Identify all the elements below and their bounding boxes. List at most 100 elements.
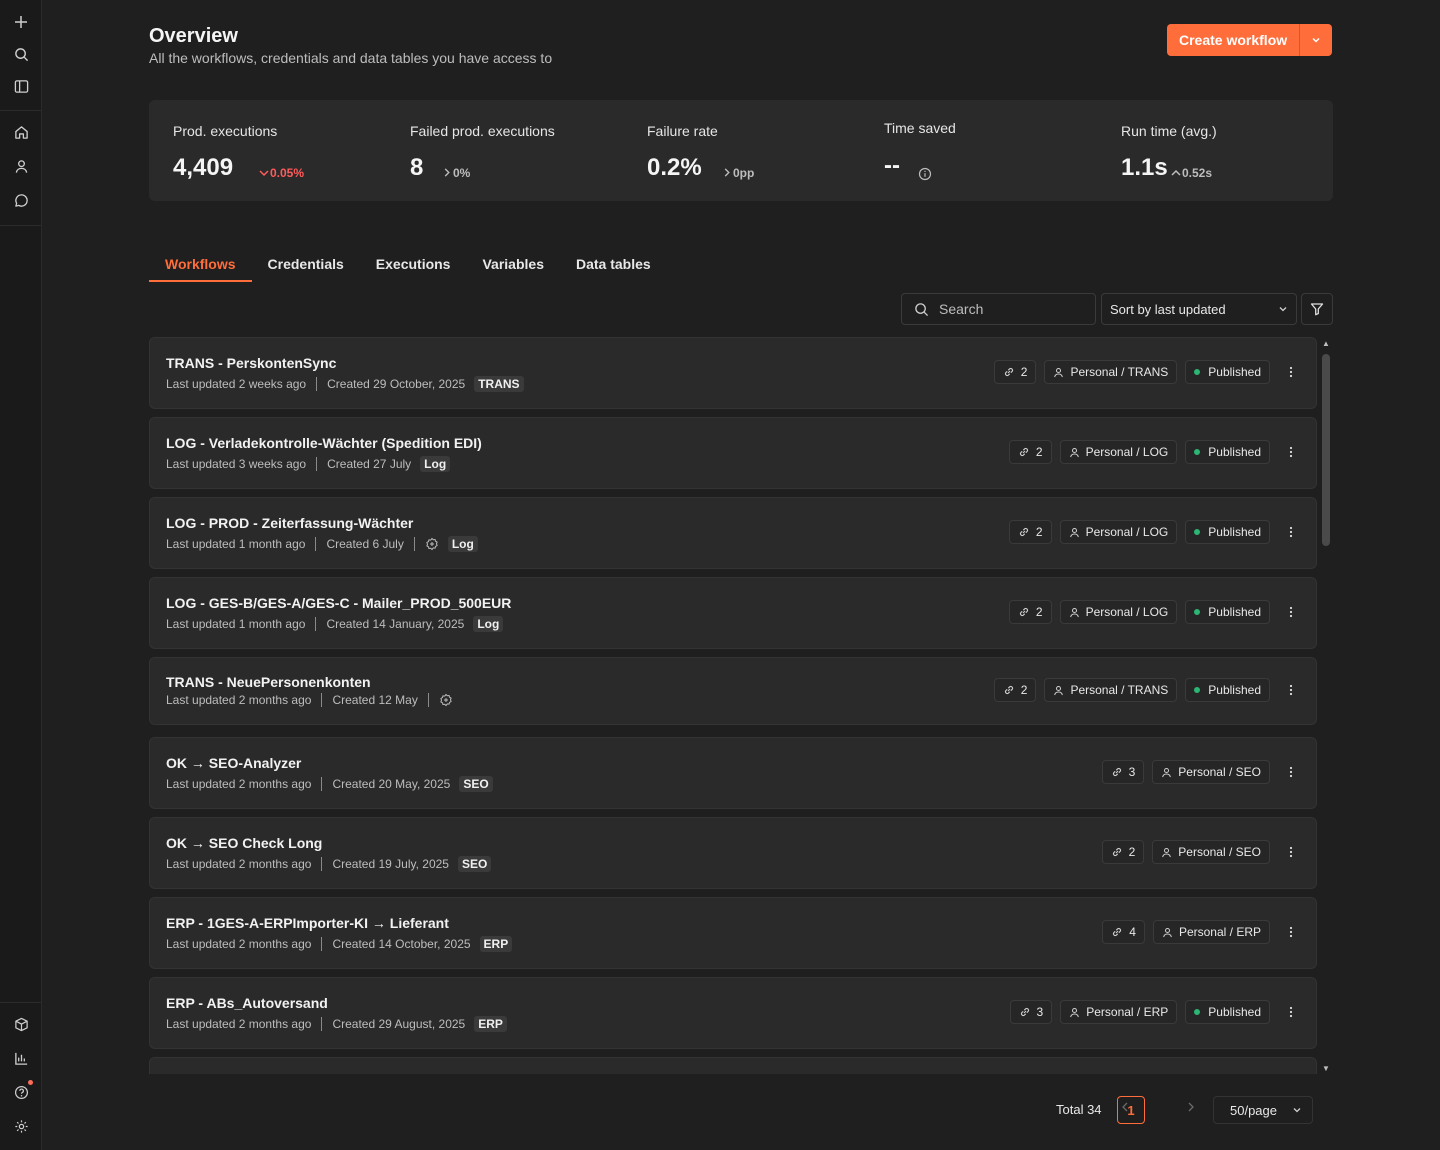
stat-failure-rate[interactable]: Failure rate 0.2% 0pp <box>623 100 860 201</box>
scroll-up-arrow-icon[interactable]: ▲ <box>1321 339 1331 348</box>
stat-failed-executions[interactable]: Failed prod. executions 8 0% <box>386 100 623 201</box>
stat-prod-executions[interactable]: Prod. executions 4,409 0.05% <box>149 100 386 201</box>
search-input[interactable] <box>939 301 1079 317</box>
workflow-row[interactable] <box>149 1057 1317 1074</box>
filter-button[interactable] <box>1301 293 1333 325</box>
credentials-count-chip[interactable]: 2 <box>1008 440 1052 464</box>
tab-workflows[interactable]: Workflows <box>149 250 252 282</box>
add-icon[interactable] <box>11 12 31 32</box>
workflow-tag[interactable]: ERP <box>474 1016 507 1032</box>
search-icon[interactable] <box>11 44 31 64</box>
workflow-row[interactable]: LOG - GES-B/GES-A/GES-C - Mailer_PROD_50… <box>149 577 1317 649</box>
info-icon[interactable] <box>918 167 932 184</box>
create-workflow-button[interactable]: Create workflow <box>1167 24 1301 56</box>
tab-credentials[interactable]: Credentials <box>252 250 360 282</box>
project-chip[interactable]: Personal / TRANS <box>1044 678 1178 702</box>
credentials-count-chip[interactable]: 2 <box>1008 520 1052 544</box>
workflow-name[interactable]: LOG - Verladekontrolle-Wächter (Speditio… <box>166 435 482 451</box>
workflow-row-actions: 4 Personal / ERP <box>1094 920 1302 944</box>
credentials-count-chip[interactable]: 3 <box>1101 760 1145 784</box>
stat-time-saved[interactable]: Time saved -- <box>860 100 1097 201</box>
workflow-tag[interactable]: Log <box>420 456 451 472</box>
created-date-text: Created 20 May, 2025 <box>332 777 451 791</box>
project-chip[interactable]: Personal / SEO <box>1152 840 1270 864</box>
scrollbar-thumb[interactable] <box>1322 354 1330 546</box>
workflow-row[interactable]: OK → SEO-Analyzer Last updated 2 months a… <box>149 737 1317 809</box>
workflow-row[interactable]: LOG - PROD - Zeiterfassung-Wächter Last u… <box>149 497 1317 569</box>
workflow-tag[interactable]: ERP <box>479 936 513 952</box>
credentials-count-chip[interactable]: 4 <box>1102 920 1145 944</box>
project-chip[interactable]: Personal / LOG <box>1059 520 1178 544</box>
more-options-icon[interactable] <box>1280 840 1302 864</box>
link-icon <box>1003 366 1015 378</box>
project-chip[interactable]: Personal / LOG <box>1059 440 1178 464</box>
project-label: Personal / SEO <box>1178 765 1261 779</box>
workflow-name[interactable]: LOG - PROD - Zeiterfassung-Wächter <box>166 515 413 531</box>
more-options-icon[interactable] <box>1280 678 1302 702</box>
tab-executions[interactable]: Executions <box>360 250 467 282</box>
more-options-icon[interactable] <box>1280 440 1302 464</box>
stat-value: 4,409 <box>173 154 234 181</box>
stat-run-time[interactable]: Run time (avg.) 1.1s 0.52s <box>1097 100 1333 201</box>
page-number-current[interactable]: 1 <box>1117 1096 1145 1124</box>
more-options-icon[interactable] <box>1280 760 1302 784</box>
workflow-name[interactable]: ERP - 1GES-A-ERPImporter-KI → Lieferant <box>166 915 449 931</box>
project-chip[interactable]: Personal / ERP <box>1060 1000 1178 1024</box>
published-dot <box>1194 1009 1201 1015</box>
more-options-icon[interactable] <box>1280 360 1302 384</box>
workflow-row[interactable]: TRANS - PerskontenSync Last updated 2 wee… <box>149 337 1317 409</box>
workflow-meta: Last updated 2 months ago Created 19 July… <box>166 856 492 872</box>
stat-label: Prod. executions <box>173 123 278 139</box>
sidebar-rail <box>0 0 42 1150</box>
workflow-name[interactable]: TRANS - NeuePersonenkonten <box>166 674 371 690</box>
templates-icon[interactable] <box>11 1014 31 1034</box>
more-options-icon[interactable] <box>1280 600 1302 624</box>
created-date-text: Created 14 October, 2025 <box>332 937 471 951</box>
workflow-row[interactable]: ERP - ABs_Autoversand Last updated 2 mont… <box>149 977 1317 1049</box>
credentials-count-chip[interactable]: 2 <box>993 360 1037 384</box>
sidebar-toggle-icon[interactable] <box>11 76 31 96</box>
project-chip[interactable]: Personal / ERP <box>1152 920 1270 944</box>
published-dot <box>1194 449 1201 455</box>
links-count: 2 <box>1035 525 1043 539</box>
create-options-chevron-icon[interactable] <box>1300 24 1332 56</box>
list-scrollbar[interactable]: ▲ ▼ <box>1321 339 1331 1073</box>
more-options-icon[interactable] <box>1280 520 1302 544</box>
workflow-tag[interactable]: TRANS <box>474 376 524 392</box>
credentials-count-chip[interactable]: 3 <box>1009 1000 1053 1024</box>
workflow-name[interactable]: OK → SEO Check Long <box>166 835 322 851</box>
project-chip[interactable]: Personal / LOG <box>1059 600 1178 624</box>
insights-chart-icon[interactable] <box>11 1048 31 1068</box>
credentials-count-chip[interactable]: 2 <box>993 678 1037 702</box>
more-options-icon[interactable] <box>1280 1000 1302 1024</box>
project-chip[interactable]: Personal / TRANS <box>1044 360 1178 384</box>
workflow-row[interactable]: LOG - Verladekontrolle-Wächter (Speditio… <box>149 417 1317 489</box>
workflow-name[interactable]: TRANS - PerskontenSync <box>166 355 336 371</box>
tab-variables[interactable]: Variables <box>466 250 560 282</box>
sort-select[interactable]: Sort by last updated <box>1101 293 1297 325</box>
scroll-down-arrow-icon[interactable]: ▼ <box>1321 1064 1331 1073</box>
more-options-icon[interactable] <box>1280 920 1302 944</box>
credentials-count-chip[interactable]: 2 <box>1008 600 1052 624</box>
settings-gear-icon[interactable] <box>11 1116 31 1136</box>
workflow-name[interactable]: OK → SEO-Analyzer <box>166 755 301 771</box>
workflow-tag[interactable]: Log <box>473 616 504 632</box>
user-icon[interactable] <box>11 156 31 176</box>
help-icon[interactable] <box>11 1082 31 1102</box>
tab-data-tables[interactable]: Data tables <box>560 250 667 282</box>
page-size-select[interactable]: 50/page <box>1213 1096 1313 1124</box>
workflow-row[interactable]: OK → SEO Check Long Last updated 2 months… <box>149 817 1317 889</box>
workflow-tag[interactable]: SEO <box>459 776 493 792</box>
chat-icon[interactable] <box>11 190 31 210</box>
project-chip[interactable]: Personal / SEO <box>1152 760 1270 784</box>
workflow-tag[interactable]: SEO <box>457 856 492 872</box>
workflow-row[interactable]: TRANS - NeuePersonenkonten Last updated 2… <box>149 657 1317 725</box>
credentials-count-chip[interactable]: 2 <box>1101 840 1145 864</box>
last-updated-text: Last updated 1 month ago <box>166 617 306 631</box>
workflow-tag[interactable]: Log <box>447 536 478 552</box>
home-icon[interactable] <box>11 122 31 142</box>
workflow-name[interactable]: ERP - ABs_Autoversand <box>166 995 328 1011</box>
next-page-button[interactable] <box>1187 1100 1195 1116</box>
workflow-name[interactable]: LOG - GES-B/GES-A/GES-C - Mailer_PROD_50… <box>166 595 511 611</box>
workflow-row[interactable]: ERP - 1GES-A-ERPImporter-KI → Lieferant L… <box>149 897 1317 969</box>
